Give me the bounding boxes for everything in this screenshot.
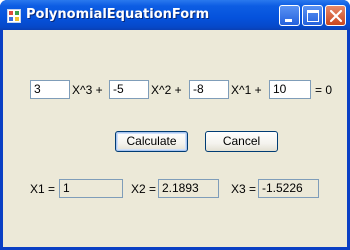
coefficient-x2-input[interactable]: -5	[109, 80, 149, 99]
app-icon[interactable]	[7, 8, 21, 23]
x1-term-label: X^1 +	[231, 83, 262, 97]
x2-result-field[interactable]: 2.1893	[158, 179, 219, 198]
equals-zero-label: = 0	[315, 83, 333, 97]
app-window: PolynomialEquationForm 3 X^3 + -5 X^2 + …	[0, 0, 350, 250]
coefficient-x1-input[interactable]: -8	[189, 80, 229, 99]
maximize-button[interactable]	[302, 5, 323, 26]
form-client-area: 3 X^3 + -5 X^2 + -8 X^1 + 10 = 0 Calcula…	[3, 30, 347, 247]
minimize-icon	[285, 19, 292, 22]
constant-input[interactable]: 10	[269, 80, 311, 99]
minimize-button[interactable]	[279, 5, 300, 26]
close-icon	[329, 9, 343, 23]
coefficient-x3-input[interactable]: 3	[30, 80, 70, 99]
x1-result-field[interactable]: 1	[59, 179, 123, 198]
x2-result-label: X2 =	[131, 182, 157, 196]
x2-term-label: X^2 +	[151, 83, 182, 97]
cancel-button[interactable]: Cancel	[205, 131, 278, 152]
x3-term-label: X^3 +	[72, 83, 103, 97]
calculate-button[interactable]: Calculate	[115, 131, 188, 152]
x3-result-field[interactable]: -1.5226	[258, 179, 319, 198]
x3-result-label: X3 =	[231, 182, 257, 196]
close-button[interactable]	[325, 5, 346, 26]
x1-result-label: X1 =	[30, 182, 56, 196]
maximize-icon	[307, 10, 319, 22]
window-title: PolynomialEquationForm	[26, 7, 210, 22]
title-bar[interactable]: PolynomialEquationForm	[0, 0, 350, 30]
